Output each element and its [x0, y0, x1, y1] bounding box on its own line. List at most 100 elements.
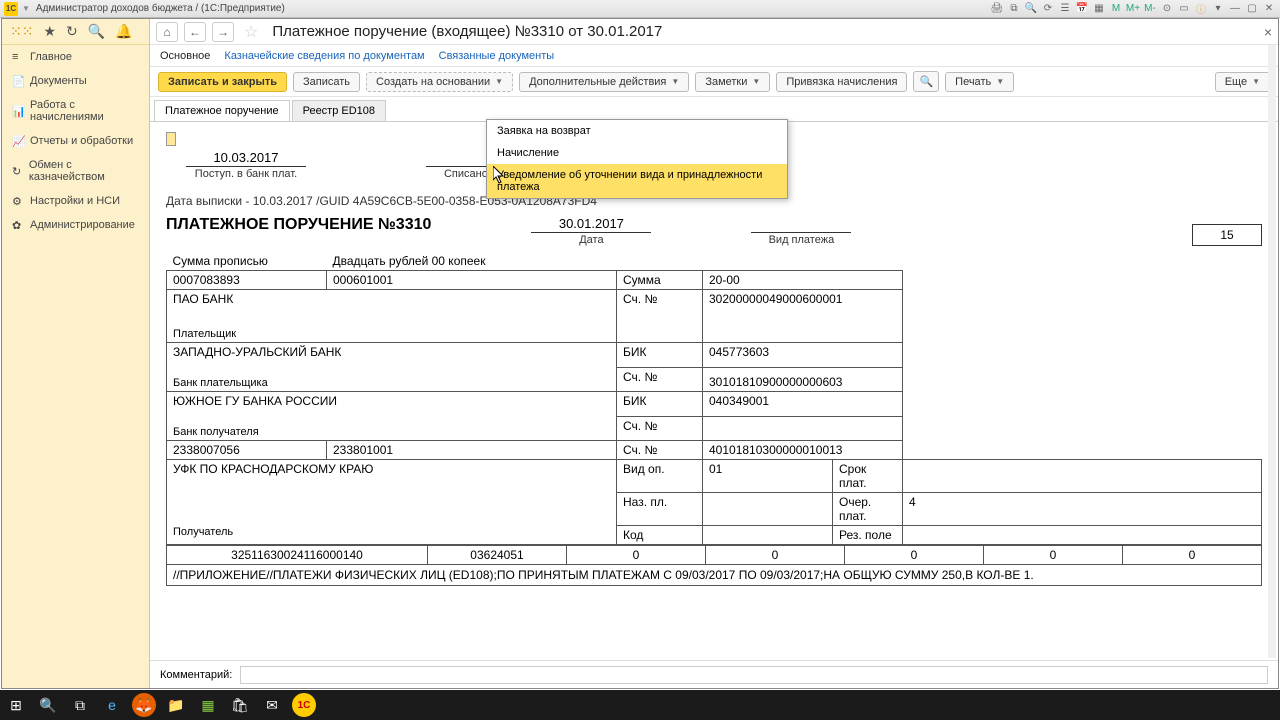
- store-icon[interactable]: 🛍: [228, 693, 252, 717]
- sidebar-item-main[interactable]: ≡ Главное: [2, 45, 149, 69]
- budget-codes-row: 32511630024116000140 03624051 0 0 0 0 0: [166, 545, 1262, 564]
- comment-input[interactable]: [240, 666, 1268, 684]
- doc-date-label: Дата: [531, 234, 651, 246]
- acc2-value: 30101810900000000603: [703, 367, 903, 392]
- tb-icon[interactable]: ⊙: [1160, 3, 1174, 15]
- star-icon[interactable]: ★: [43, 23, 56, 40]
- print-button[interactable]: Печать▼: [945, 72, 1014, 92]
- back-button[interactable]: ←: [184, 22, 206, 42]
- charges-icon: 📊: [12, 105, 24, 117]
- sidebar-item-label: Настройки и НСИ: [30, 195, 120, 207]
- edge-icon[interactable]: e: [100, 693, 124, 717]
- sidebar-item-docs[interactable]: 📄Документы: [2, 69, 149, 93]
- history-icon[interactable]: ↻: [66, 23, 78, 40]
- tb-icon[interactable]: ⧉: [1007, 3, 1021, 15]
- minimize-icon[interactable]: —: [1228, 3, 1242, 15]
- link-tab-related[interactable]: Связанные документы: [439, 50, 555, 62]
- form-number-box: 15: [1192, 224, 1262, 246]
- tb-icon[interactable]: ☰: [1058, 3, 1072, 15]
- code-0: 32511630024116000140: [167, 546, 428, 564]
- payer-name: ПАО БАНК: [173, 292, 610, 306]
- admin-icon: ✿: [12, 219, 24, 231]
- sidebar-item-admin[interactable]: ✿Администрирование: [2, 213, 149, 237]
- help-icon[interactable]: ⓘ: [1194, 3, 1208, 15]
- recv-bank-label: Банк получателя: [173, 426, 610, 438]
- tb-icon[interactable]: 🔍: [1024, 3, 1038, 15]
- payment-table: Сумма прописьюДвадцать рублей 00 копеек …: [166, 252, 1262, 545]
- dropdown-item-return[interactable]: Заявка на возврат: [487, 120, 787, 142]
- acc1-value: 30200000049000600001: [703, 290, 903, 343]
- tb-icon[interactable]: ⟳: [1041, 3, 1055, 15]
- app-logo-icon: 1C: [4, 2, 18, 16]
- link-tab-main[interactable]: Основное: [160, 50, 210, 62]
- tb-icon[interactable]: ▭: [1177, 3, 1191, 15]
- bind-button[interactable]: Привязка начисления: [776, 72, 907, 92]
- sidebar-item-label: Главное: [30, 51, 72, 63]
- apps-icon[interactable]: ⁙⁙: [10, 23, 33, 40]
- link-tab-treasury[interactable]: Казначейские сведения по документам: [224, 50, 424, 62]
- tab-reestr[interactable]: Реестр ED108: [292, 100, 386, 121]
- vidop-value: 01: [703, 460, 833, 493]
- explorer-icon[interactable]: 📁: [164, 693, 188, 717]
- search-icon[interactable]: 🔍: [88, 23, 105, 40]
- search-tb-icon[interactable]: 🔍: [36, 693, 60, 717]
- app-icon[interactable]: ▦: [196, 693, 220, 717]
- icon-button[interactable]: 🔍: [913, 71, 939, 92]
- tb-icon[interactable]: M+: [1126, 3, 1140, 15]
- maximize-icon[interactable]: ▢: [1245, 3, 1259, 15]
- tb-icon[interactable]: 🖨: [990, 3, 1004, 15]
- create-based-button[interactable]: Создать на основании▼: [366, 72, 513, 92]
- 1c-icon[interactable]: 1C: [292, 693, 316, 717]
- additional-actions-button[interactable]: Дополнительные действия▼: [519, 72, 689, 92]
- sidebar-item-exchange[interactable]: ↻Обмен с казначейством: [2, 153, 149, 189]
- code-4: 0: [845, 546, 984, 564]
- dropdown-item-charge[interactable]: Начисление: [487, 142, 787, 164]
- chevron-down-icon: ▼: [671, 77, 679, 86]
- mail-icon[interactable]: ✉: [260, 693, 284, 717]
- bik1-value: 045773603: [703, 343, 903, 368]
- doc-header: ПЛАТЕЖНОЕ ПОРУЧЕНИЕ №3310: [166, 216, 431, 234]
- sidebar-item-label: Работа с начислениями: [30, 99, 139, 123]
- sidebar-item-reports[interactable]: 📈Отчеты и обработки: [2, 129, 149, 153]
- save-button[interactable]: Записать: [293, 72, 360, 92]
- sidebar-item-settings[interactable]: ⚙ Настройки и НСИ: [2, 189, 149, 213]
- vidop-label: Вид оп.: [617, 460, 703, 493]
- taskview-icon[interactable]: ⧉: [68, 693, 92, 717]
- dropdown-item-notification[interactable]: Уведомление об уточнении вида и принадле…: [487, 164, 787, 198]
- bell-icon[interactable]: 🔔: [115, 23, 132, 40]
- firefox-icon[interactable]: 🦊: [132, 693, 156, 717]
- settings-icon: ⚙: [12, 195, 24, 207]
- fav-star-icon[interactable]: ☆: [244, 22, 258, 42]
- document-body: 10.03.2017 Поступ. в банк плат. Списано …: [150, 121, 1278, 688]
- payer-bank: ЗАПАДНО-УРАЛЬСКИЙ БАНК: [173, 345, 610, 359]
- recv-bank: ЮЖНОЕ ГУ БАНКА РОССИИ: [173, 394, 610, 408]
- home-icon: ≡: [12, 51, 24, 63]
- scrollbar[interactable]: [1268, 45, 1276, 658]
- paytype-value: [751, 216, 851, 233]
- start-icon[interactable]: ⊞: [4, 693, 28, 717]
- sidebar-item-charges[interactable]: 📊 Работа с начислениями: [2, 93, 149, 129]
- home-button[interactable]: ⌂: [156, 22, 178, 42]
- close-icon[interactable]: ✕: [1262, 3, 1276, 15]
- code-2: 0: [567, 546, 706, 564]
- chevron-down-icon: ▼: [1252, 77, 1260, 86]
- tb-dd-icon[interactable]: ▾: [1211, 3, 1225, 15]
- tab-payment-order[interactable]: Платежное поручение: [154, 100, 290, 121]
- code-3: 0: [706, 546, 845, 564]
- tb-icon[interactable]: M-: [1143, 3, 1157, 15]
- tb-icon[interactable]: 📅: [1075, 3, 1089, 15]
- save-close-button[interactable]: Записать и закрыть: [158, 72, 287, 92]
- tb-icon[interactable]: ▦: [1092, 3, 1106, 15]
- title-dd-icon[interactable]: ▼: [22, 4, 30, 13]
- more-button[interactable]: Еще▼: [1215, 72, 1270, 92]
- forward-button[interactable]: →: [212, 22, 234, 42]
- bik-label2: БИК: [617, 392, 703, 417]
- recv-kpp: 233801001: [327, 441, 617, 460]
- bik-label: БИК: [617, 343, 703, 368]
- notes-button[interactable]: Заметки▼: [695, 72, 770, 92]
- payment-purpose: //ПРИЛОЖЕНИЕ//ПЛАТЕЖИ ФИЗИЧЕСКИХ ЛИЦ (ED…: [166, 564, 1262, 586]
- acc-label3: Сч. №: [617, 416, 703, 441]
- tab-close-icon[interactable]: ×: [1264, 24, 1272, 40]
- receiver-label: Получатель: [173, 526, 610, 538]
- tb-icon[interactable]: M: [1109, 3, 1123, 15]
